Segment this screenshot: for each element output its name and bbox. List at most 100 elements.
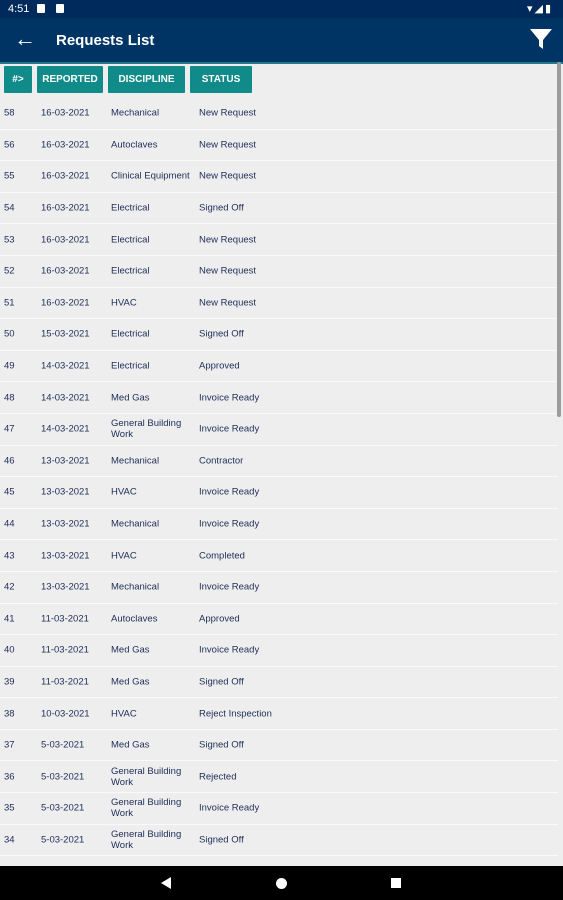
reported-date: 13-03-2021: [41, 550, 90, 562]
discipline: Electrical: [111, 360, 150, 372]
discipline: Electrical: [111, 234, 150, 246]
table-row[interactable]: 56 16-03-2021 Autoclaves New Request: [0, 130, 558, 162]
status: New Request: [199, 234, 257, 246]
request-id: 43: [4, 550, 15, 562]
table-row[interactable]: 41 11-03-2021 Autoclaves Approved: [0, 604, 558, 636]
reported-date: 11-03-2021: [41, 613, 89, 625]
reported-date: 14-03-2021: [41, 392, 90, 404]
discipline: Electrical: [111, 328, 150, 340]
status: Approved: [199, 360, 240, 372]
table-row[interactable]: 50 15-03-2021 Electrical Signed Off: [0, 319, 558, 351]
table-row[interactable]: 44 13-03-2021 Mechanical Invoice Ready: [0, 509, 558, 541]
status: Signed Off: [199, 328, 244, 340]
status: Invoice Ready: [199, 518, 260, 530]
reported-date: 5-03-2021: [41, 834, 85, 846]
reported-date: 11-03-2021: [41, 644, 89, 656]
discipline: General Building Work: [111, 797, 182, 820]
reported-date: 16-03-2021: [41, 202, 90, 214]
status: Invoice Ready: [199, 486, 260, 498]
table-row[interactable]: 48 14-03-2021 Med Gas Invoice Ready: [0, 382, 558, 414]
status: Rejected: [199, 771, 237, 783]
scrollbar[interactable]: [557, 62, 561, 417]
status: Signed Off: [199, 202, 244, 214]
request-id: 54: [4, 202, 15, 214]
table-row[interactable]: 37 5-03-2021 Med Gas Signed Off: [0, 730, 558, 762]
filter-icon[interactable]: [529, 27, 553, 56]
reported-date: 14-03-2021: [41, 360, 90, 372]
status: Reject Inspection: [199, 708, 272, 720]
request-id: 34: [4, 834, 15, 846]
discipline: Med Gas: [111, 676, 150, 688]
table-row[interactable]: 35 5-03-2021 General Building Work Invoice …: [0, 793, 558, 825]
reported-date: 10-03-2021: [41, 708, 90, 720]
request-id: 35: [4, 802, 15, 814]
status: New Request: [199, 139, 257, 151]
request-id: 51: [4, 297, 15, 309]
reported-date: 16-03-2021: [41, 265, 90, 277]
discipline: HVAC: [111, 708, 137, 720]
discipline: Med Gas: [111, 392, 150, 404]
request-id: 48: [4, 392, 15, 404]
discipline: Med Gas: [111, 739, 150, 751]
notification-icon: [37, 4, 45, 13]
table-row[interactable]: 40 11-03-2021 Med Gas Invoice Ready: [0, 635, 558, 667]
request-id: 47: [4, 423, 15, 435]
status: Invoice Ready: [199, 581, 260, 593]
status: Signed Off: [199, 834, 244, 846]
request-id: 37: [4, 739, 15, 751]
status: Invoice Ready: [199, 644, 260, 656]
table-row[interactable]: 42 13-03-2021 Mechanical Invoice Ready: [0, 572, 558, 604]
reported-date: 16-03-2021: [41, 170, 90, 182]
discipline: HVAC: [111, 550, 137, 562]
sort-id-button[interactable]: #>: [4, 66, 32, 93]
table-row[interactable]: 53 16-03-2021 Electrical New Request: [0, 224, 558, 256]
sort-discipline-button[interactable]: DISCIPLINE: [108, 66, 185, 93]
reported-date: 5-03-2021: [41, 802, 85, 814]
back-arrow-icon[interactable]: ←: [14, 27, 36, 51]
status: Contractor: [199, 455, 244, 467]
request-id: 50: [4, 328, 15, 340]
table-row[interactable]: 38 10-03-2021 HVAC Reject Inspection: [0, 698, 558, 730]
table-row[interactable]: 51 16-03-2021 HVAC New Request: [0, 288, 558, 320]
status: Invoice Ready: [199, 392, 260, 404]
recents-nav-icon[interactable]: [391, 878, 401, 888]
request-id: 52: [4, 265, 15, 277]
reported-date: 13-03-2021: [41, 486, 90, 498]
table-row[interactable]: 36 5-03-2021 General Building Work Rejected: [0, 761, 558, 794]
request-id: 38: [4, 708, 15, 720]
table-row[interactable]: 34 5-03-2021 General Building Work Signed O…: [0, 825, 558, 857]
sort-status-button[interactable]: STATUS: [190, 66, 252, 93]
table-row[interactable]: 55 16-03-2021 Clinical Equipment New Reques…: [0, 161, 558, 193]
reported-date: 13-03-2021: [41, 455, 90, 467]
table-row[interactable]: 58 16-03-2021 Mechanical New Request: [0, 98, 558, 130]
table-row[interactable]: 47 14-03-2021 General Building Work Invoice…: [0, 414, 558, 446]
request-id: 42: [4, 581, 15, 593]
table-row[interactable]: 39 11-03-2021 Med Gas Signed Off: [0, 667, 558, 699]
back-nav-icon[interactable]: [161, 877, 171, 889]
discipline: Mechanical: [111, 581, 160, 593]
table-row[interactable]: 49 14-03-2021 Electrical Approved: [0, 351, 558, 383]
battery-icon: ▮: [544, 3, 553, 15]
reported-date: 15-03-2021: [41, 328, 90, 340]
request-id: 55: [4, 170, 15, 182]
request-id: 44: [4, 518, 15, 530]
table-row[interactable]: 46 13-03-2021 Mechanical Contractor: [0, 446, 558, 478]
status: New Request: [199, 170, 257, 182]
sim-icon: [56, 4, 64, 13]
table-row[interactable]: 45 13-03-2021 HVAC Invoice Ready: [0, 477, 558, 509]
sort-reported-button[interactable]: REPORTED: [37, 66, 103, 93]
discipline: General Building Work: [111, 765, 182, 788]
discipline: Mechanical: [111, 518, 160, 530]
discipline: Clinical Equipment: [111, 170, 190, 182]
table-row[interactable]: 43 13-03-2021 HVAC Completed: [0, 540, 558, 572]
reported-date: 5-03-2021: [41, 771, 85, 783]
discipline: Electrical: [111, 265, 150, 277]
status: New Request: [199, 107, 257, 119]
home-nav-icon[interactable]: [276, 878, 287, 889]
table-row[interactable]: 54 16-03-2021 Electrical Signed Off: [0, 193, 558, 225]
request-id: 41: [4, 613, 15, 625]
status: New Request: [199, 297, 257, 309]
table-row[interactable]: 52 16-03-2021 Electrical New Request: [0, 256, 558, 288]
reported-date: 13-03-2021: [41, 518, 90, 530]
discipline: Autoclaves: [111, 613, 158, 625]
